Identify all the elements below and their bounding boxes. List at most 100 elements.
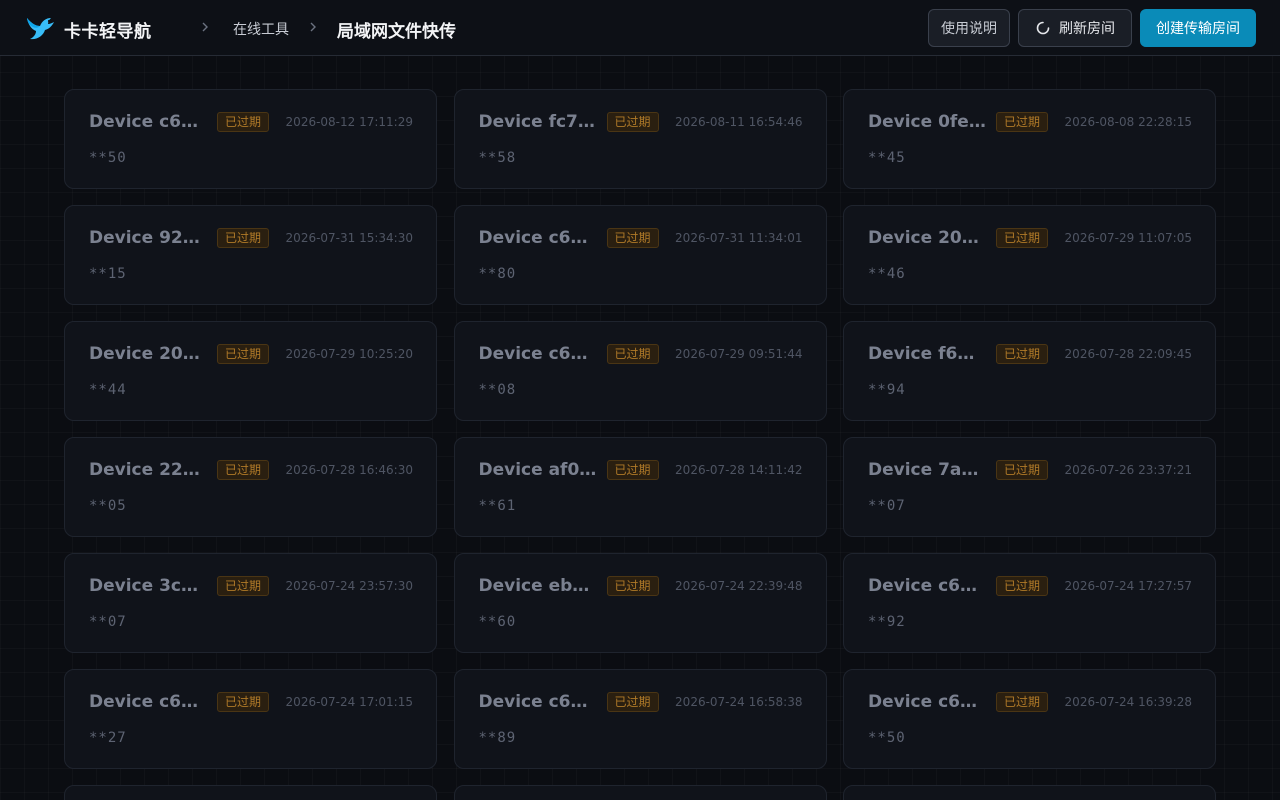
bird-logo-icon[interactable] xyxy=(24,12,56,44)
room-card[interactable]: Device 207... 已过期 2026-07-29 10:25:20 **44 xyxy=(64,321,437,421)
room-code: **27 xyxy=(89,730,127,746)
room-timestamp: 2026-07-24 17:01:15 xyxy=(285,695,413,709)
room-device-name: Device 207... xyxy=(868,228,986,248)
help-button[interactable]: 使用说明 xyxy=(928,9,1010,47)
status-badge: 已过期 xyxy=(606,576,659,596)
room-device-name: Device c65... xyxy=(478,228,597,248)
room-card[interactable]: Device c65... 已过期 2026-07-24 16:39:28 **50 xyxy=(843,669,1216,769)
room-device-name: Device c65... xyxy=(89,112,207,132)
status-badge: 已过期 xyxy=(217,460,269,480)
room-card[interactable]: Device c65... 已过期 2026-07-24 17:27:57 **92 xyxy=(843,553,1216,653)
status-badge: 已过期 xyxy=(606,228,659,248)
room-card[interactable] xyxy=(843,785,1216,800)
help-button-label: 使用说明 xyxy=(941,21,997,37)
status-badge: 已过期 xyxy=(217,228,269,248)
refresh-button-label: 刷新房间 xyxy=(1059,21,1115,37)
room-device-name: Device c65... xyxy=(868,692,986,712)
status-badge: 已过期 xyxy=(217,576,269,596)
room-card[interactable]: Device 92d... 已过期 2026-07-31 15:34:30 **15 xyxy=(64,205,437,305)
room-card[interactable]: Device 207... 已过期 2026-07-29 11:07:05 **46 xyxy=(843,205,1216,305)
room-code: **60 xyxy=(478,614,517,630)
top-navigation-bar: 卡卡轻导航 在线工具 局域网文件快传 使用说明 刷新房间 创建传输房间 xyxy=(0,0,1280,56)
room-card[interactable]: Device c65... 已过期 2026-07-29 09:51:44 **08 xyxy=(453,321,827,421)
room-card[interactable]: Device af0... 已过期 2026-07-28 14:11:42 **61 xyxy=(453,437,827,537)
status-badge: 已过期 xyxy=(606,692,659,712)
room-card[interactable]: Device eb6... 已过期 2026-07-24 22:39:48 **60 xyxy=(453,553,827,653)
room-device-name: Device 92d... xyxy=(89,228,207,248)
brand-name[interactable]: 卡卡轻导航 xyxy=(64,17,152,42)
status-badge: 已过期 xyxy=(606,344,659,364)
room-code: **45 xyxy=(868,150,906,166)
room-device-name: Device af0... xyxy=(478,460,597,480)
room-timestamp: 2026-07-24 22:39:48 xyxy=(675,579,803,593)
room-card[interactable]: Device 3cb... 已过期 2026-07-24 23:57:30 **07 xyxy=(64,553,437,653)
room-card[interactable]: Device c65... 已过期 2026-07-24 16:58:38 **89 xyxy=(453,669,827,769)
status-badge: 已过期 xyxy=(996,112,1048,132)
page: 卡卡轻导航 在线工具 局域网文件快传 使用说明 刷新房间 创建传输房间 Devi… xyxy=(0,0,1280,800)
room-timestamp: 2026-07-26 23:37:21 xyxy=(1064,463,1192,477)
room-card[interactable]: Device 7a5... 已过期 2026-07-26 23:37:21 **07 xyxy=(843,437,1216,537)
room-timestamp: 2026-07-29 09:51:44 xyxy=(675,347,803,361)
room-card[interactable]: Device c65... 已过期 2026-08-12 17:11:29 **50 xyxy=(64,89,437,189)
room-code: **50 xyxy=(868,730,906,746)
status-badge: 已过期 xyxy=(606,112,659,132)
room-code: **89 xyxy=(478,730,517,746)
room-timestamp: 2026-07-24 16:58:38 xyxy=(675,695,803,709)
room-device-name: Device 3cb... xyxy=(89,576,207,596)
room-timestamp: 2026-08-11 16:54:46 xyxy=(675,115,803,129)
room-device-name: Device c65... xyxy=(89,692,207,712)
room-device-name: Device 0fe... xyxy=(868,112,986,132)
create-button-label: 创建传输房间 xyxy=(1156,21,1240,37)
room-timestamp: 2026-07-24 23:57:30 xyxy=(285,579,413,593)
status-badge: 已过期 xyxy=(996,344,1048,364)
room-timestamp: 2026-07-28 16:46:30 xyxy=(285,463,413,477)
room-code: **44 xyxy=(89,382,127,398)
room-card[interactable] xyxy=(64,785,437,800)
room-device-name: Device 228... xyxy=(89,460,207,480)
room-code: **58 xyxy=(478,150,517,166)
status-badge: 已过期 xyxy=(606,460,659,480)
room-card[interactable]: Device c65... 已过期 2026-07-24 17:01:15 **27 xyxy=(64,669,437,769)
room-code: **07 xyxy=(868,498,906,514)
room-card[interactable]: Device f68... 已过期 2026-07-28 22:09:45 **94 xyxy=(843,321,1216,421)
page-title: 局域网文件快传 xyxy=(337,22,456,42)
room-timestamp: 2026-07-29 11:07:05 xyxy=(1064,231,1192,245)
chevron-right-icon xyxy=(310,22,316,32)
room-timestamp: 2026-07-29 10:25:20 xyxy=(285,347,413,361)
status-badge: 已过期 xyxy=(996,692,1048,712)
room-card[interactable]: Device fc7... 已过期 2026-08-11 16:54:46 **58 xyxy=(453,89,827,189)
room-code: **61 xyxy=(478,498,517,514)
room-timestamp: 2026-07-24 17:27:57 xyxy=(1064,579,1192,593)
room-timestamp: 2026-07-31 11:34:01 xyxy=(675,231,803,245)
room-code: **50 xyxy=(89,150,127,166)
create-room-button[interactable]: 创建传输房间 xyxy=(1140,9,1256,47)
room-device-name: Device fc7... xyxy=(478,112,597,132)
room-card[interactable]: Device 228... 已过期 2026-07-28 16:46:30 **05 xyxy=(64,437,437,537)
room-code: **07 xyxy=(89,614,127,630)
room-device-name: Device 7a5... xyxy=(868,460,986,480)
room-card[interactable]: Device c65... 已过期 2026-07-31 11:34:01 **80 xyxy=(453,205,827,305)
room-code: **08 xyxy=(478,382,517,398)
room-card[interactable]: Device 0fe... 已过期 2026-08-08 22:28:15 **45 xyxy=(843,89,1216,189)
room-code: **15 xyxy=(89,266,127,282)
room-code: **05 xyxy=(89,498,127,514)
status-badge: 已过期 xyxy=(996,460,1048,480)
room-card[interactable] xyxy=(453,785,827,800)
chevron-right-icon xyxy=(202,22,208,32)
room-code: **94 xyxy=(868,382,906,398)
breadcrumb-online-tools[interactable]: 在线工具 xyxy=(233,19,289,39)
room-device-name: Device c65... xyxy=(478,344,597,364)
refresh-icon xyxy=(1036,21,1050,35)
refresh-rooms-button[interactable]: 刷新房间 xyxy=(1018,9,1132,47)
room-device-name: Device 207... xyxy=(89,344,207,364)
room-timestamp: 2026-07-31 15:34:30 xyxy=(285,231,413,245)
room-code: **46 xyxy=(868,266,906,282)
room-device-name: Device eb6... xyxy=(478,576,597,596)
room-timestamp: 2026-07-28 22:09:45 xyxy=(1064,347,1192,361)
status-badge: 已过期 xyxy=(217,344,269,364)
room-device-name: Device c65... xyxy=(868,576,986,596)
status-badge: 已过期 xyxy=(996,228,1048,248)
room-list: Device c65... 已过期 2026-08-12 17:11:29 **50 D… xyxy=(64,89,1216,800)
room-timestamp: 2026-08-08 22:28:15 xyxy=(1064,115,1192,129)
room-timestamp: 2026-08-12 17:11:29 xyxy=(285,115,413,129)
